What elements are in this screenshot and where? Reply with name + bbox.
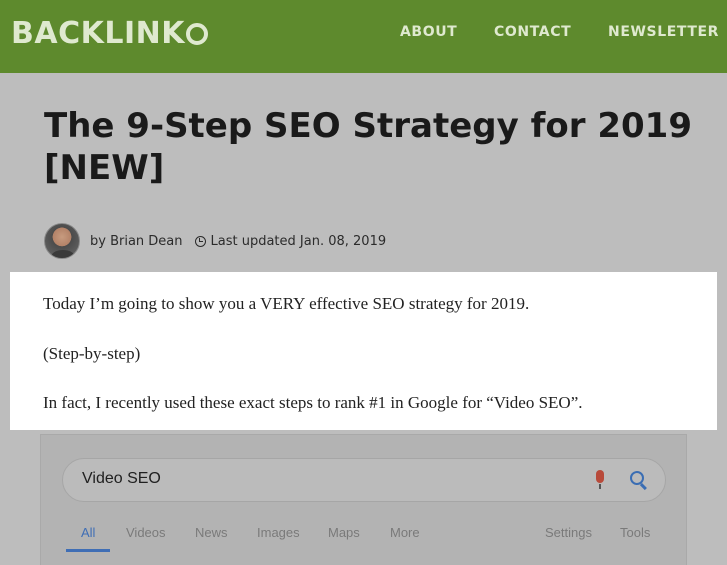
google-tab-tools[interactable]: Tools bbox=[620, 525, 650, 540]
author-name[interactable]: by Brian Dean bbox=[90, 234, 183, 249]
intro-paragraph-2: (Step-by-step) bbox=[43, 344, 141, 363]
last-updated: Last updated Jan. 08, 2019 bbox=[210, 233, 387, 249]
logo-text: BACKLINK bbox=[11, 16, 185, 51]
author-avatar[interactable] bbox=[44, 223, 80, 259]
intro-paragraph-1: Today I’m going to show you a VERY effec… bbox=[43, 294, 530, 313]
google-search-query: Video SEO bbox=[82, 470, 161, 487]
google-tab-maps[interactable]: Maps bbox=[328, 525, 360, 540]
microphone-icon[interactable] bbox=[596, 470, 604, 483]
active-tab-indicator bbox=[66, 549, 110, 552]
google-tab-images[interactable]: Images bbox=[257, 525, 300, 540]
nav-contact-link[interactable]: CONTACT bbox=[494, 24, 571, 40]
page-title: The 9-Step SEO Strategy for 2019 [NEW] bbox=[44, 106, 692, 188]
google-tab-all[interactable]: All bbox=[81, 525, 95, 540]
google-search-box[interactable]: Video SEO bbox=[62, 458, 666, 502]
search-icon[interactable] bbox=[630, 471, 644, 485]
article-byline: by Brian Dean Last updated Jan. 08, 2019 bbox=[44, 222, 386, 260]
site-header: BACKLINK ABOUT CONTACT NEWSLETTER bbox=[0, 0, 727, 73]
intro-highlight: Today I’m going to show you a VERY effec… bbox=[10, 272, 717, 430]
google-tab-settings[interactable]: Settings bbox=[545, 525, 592, 540]
google-tab-news[interactable]: News bbox=[195, 525, 228, 540]
nav-newsletter-link[interactable]: NEWSLETTER bbox=[608, 24, 719, 40]
intro-paragraph-3: In fact, I recently used these exact ste… bbox=[43, 393, 583, 412]
microphone-stand bbox=[599, 484, 601, 489]
logo-o-icon bbox=[185, 23, 208, 45]
google-tab-more[interactable]: More bbox=[390, 525, 420, 540]
google-tab-videos[interactable]: Videos bbox=[126, 525, 166, 540]
nav-about-link[interactable]: ABOUT bbox=[400, 24, 457, 40]
google-results-screenshot: Video SEO All Videos News Images Maps Mo… bbox=[40, 434, 687, 565]
site-logo[interactable]: BACKLINK bbox=[11, 16, 208, 51]
clock-icon bbox=[194, 235, 206, 247]
